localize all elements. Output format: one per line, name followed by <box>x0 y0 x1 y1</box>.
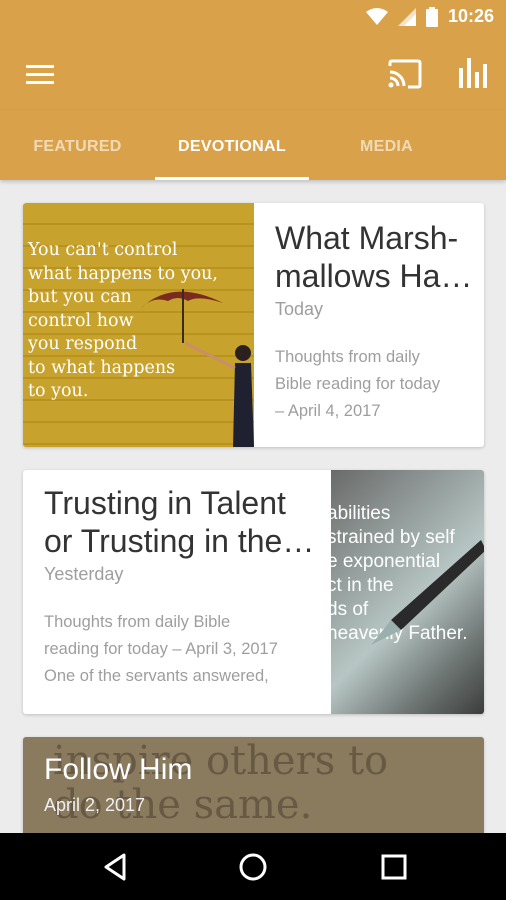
devotional-card[interactable]: Trusting in Talent or Trusting in the… Y… <box>23 470 484 714</box>
battery-icon <box>425 6 438 27</box>
tab-devotional[interactable]: DEVOTIONAL <box>155 110 309 180</box>
status-time: 10:26 <box>447 6 494 26</box>
app-bar <box>0 38 506 110</box>
cast-icon <box>388 59 422 89</box>
devotional-card[interactable]: You can't control what happens to you, b… <box>23 203 484 447</box>
home-icon <box>239 853 267 881</box>
back-icon <box>104 853 126 881</box>
tab-bar: FEATURED DEVOTIONAL MEDIA <box>0 110 506 180</box>
wifi-icon <box>365 7 388 25</box>
card-image: You can't control what happens to you, b… <box>23 203 254 447</box>
bar-chart-icon <box>459 58 487 88</box>
card-title: Trusting in Talent or Trusting in the… <box>44 485 315 559</box>
recents-icon <box>381 854 407 880</box>
umbrella-figure-icon <box>141 289 254 447</box>
card-title: Follow Him <box>44 753 193 786</box>
status-icons: 10:26 <box>365 6 494 27</box>
home-button[interactable] <box>237 851 269 883</box>
menu-icon <box>26 65 54 84</box>
tab-featured[interactable]: FEATURED <box>0 110 155 180</box>
tab-indicator <box>155 177 309 180</box>
card-excerpt: Thoughts from daily Bible reading for to… <box>44 613 278 685</box>
card-title: What Marsh- mallows Ha… <box>275 220 473 294</box>
card-date: Today <box>275 299 324 319</box>
menu-button[interactable] <box>26 60 54 88</box>
tab-media[interactable]: MEDIA <box>309 110 464 180</box>
status-bar: 10:26 <box>0 0 506 38</box>
card-excerpt: Thoughts from daily Bible reading for to… <box>275 348 441 420</box>
card-date: April 2, 2017 <box>44 795 146 815</box>
recents-button[interactable] <box>378 851 410 883</box>
stats-button[interactable] <box>458 56 488 90</box>
devotional-card[interactable]: inspire others to do the same. Follow Hi… <box>23 737 484 837</box>
cast-button[interactable] <box>388 58 422 90</box>
signal-icon <box>397 7 416 26</box>
paintbrush-icon <box>371 540 484 645</box>
back-button[interactable] <box>100 851 132 883</box>
card-image: abilities strained by self e exponential… <box>331 470 484 714</box>
card-date: Yesterday <box>44 564 124 584</box>
navigation-bar <box>0 833 506 900</box>
